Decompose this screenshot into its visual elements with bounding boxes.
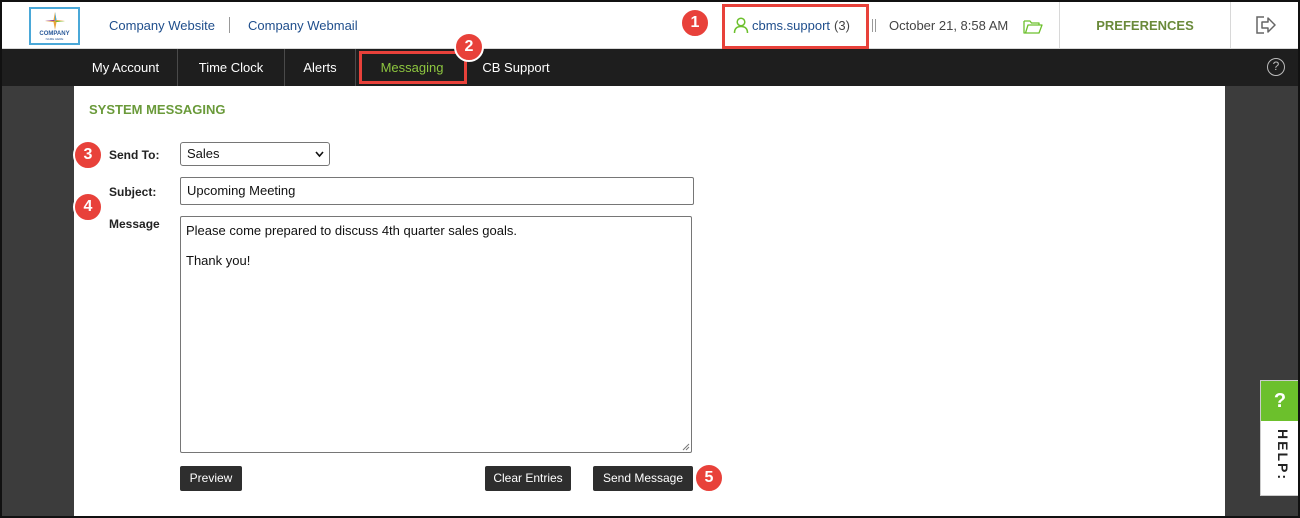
- logo-star-icon: [44, 12, 65, 30]
- resize-grip-icon[interactable]: [682, 443, 690, 451]
- send-message-button[interactable]: Send Message: [593, 466, 693, 491]
- company-website-link[interactable]: Company Website: [109, 18, 215, 33]
- help-circle-icon[interactable]: ?: [1267, 58, 1285, 76]
- messaging-panel: SYSTEM MESSAGING Send To: Sales Subject:…: [74, 86, 1225, 516]
- clear-entries-button[interactable]: Clear Entries: [485, 466, 571, 491]
- nav-item-time-clock[interactable]: Time Clock: [178, 49, 284, 86]
- help-tab-label: HELP:: [1275, 429, 1291, 481]
- annotation-badge-3: 3: [73, 140, 103, 170]
- header-divider: [1230, 2, 1231, 49]
- nav-divider: [355, 49, 356, 86]
- preferences-link[interactable]: PREFERENCES: [1060, 18, 1230, 33]
- double-divider: [872, 19, 876, 32]
- help-tab[interactable]: ? HELP:: [1260, 380, 1298, 496]
- current-datetime: October 21, 8:58 AM: [889, 18, 1009, 33]
- annotation-badge-1: 1: [680, 8, 710, 38]
- annotation-badge-5: 5: [694, 463, 724, 493]
- company-webmail-link[interactable]: Company Webmail: [248, 18, 358, 33]
- chevron-down-icon: [315, 151, 324, 158]
- help-question-icon: ?: [1261, 381, 1298, 421]
- subject-label: Subject:: [109, 185, 157, 199]
- nav-item-cb-support[interactable]: CB Support: [470, 49, 562, 86]
- folder-icon[interactable]: [1023, 18, 1043, 35]
- nav-item-my-account[interactable]: My Account: [74, 49, 177, 86]
- message-textarea[interactable]: Please come prepared to discuss 4th quar…: [180, 216, 692, 453]
- logo-subtext: NAME HERE: [45, 37, 64, 41]
- send-to-label: Send To:: [109, 148, 160, 162]
- send-to-select[interactable]: Sales: [180, 142, 330, 166]
- company-logo[interactable]: COMPANY NAME HERE: [29, 7, 80, 45]
- nav-item-alerts[interactable]: Alerts: [285, 49, 355, 86]
- preview-button[interactable]: Preview: [180, 466, 242, 491]
- message-label: Message: [109, 217, 160, 231]
- main-nav: My Account Time Clock Alerts Messaging C…: [2, 49, 1298, 86]
- message-line: Please come prepared to discuss 4th quar…: [186, 223, 517, 238]
- header-divider: [229, 17, 230, 33]
- highlight-messaging-tab: [359, 51, 467, 84]
- send-to-value: Sales: [187, 146, 220, 161]
- logout-icon[interactable]: [1256, 16, 1276, 34]
- annotation-badge-2: 2: [454, 32, 484, 62]
- app-window: COMPANY NAME HERE Company Website Compan…: [0, 0, 1300, 518]
- highlight-user-account: [722, 4, 869, 49]
- subject-field[interactable]: Upcoming Meeting: [180, 177, 694, 205]
- top-header: COMPANY NAME HERE Company Website Compan…: [2, 2, 1298, 49]
- annotation-badge-4: 4: [73, 192, 103, 222]
- message-line: Thank you!: [186, 253, 251, 268]
- page-title: SYSTEM MESSAGING: [89, 102, 226, 117]
